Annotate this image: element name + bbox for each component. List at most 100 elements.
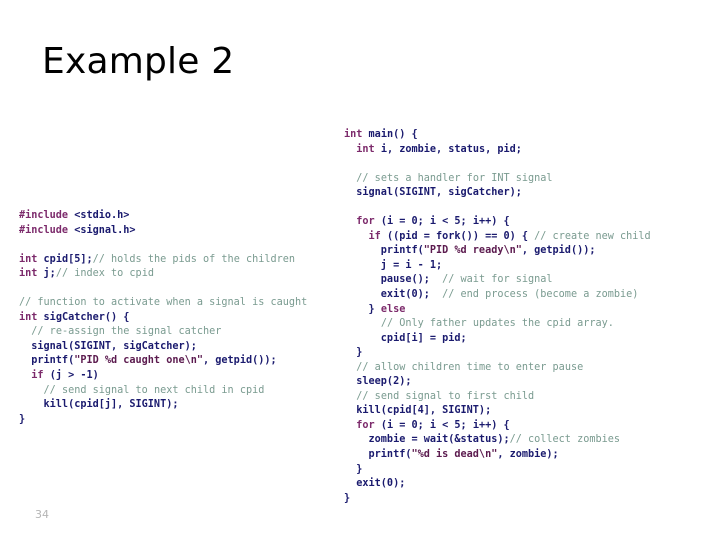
code-line: sleep(2); bbox=[344, 375, 651, 390]
code-token-kw: int bbox=[344, 129, 369, 140]
code-line: // Only father updates the cpid array. bbox=[344, 317, 651, 332]
code-line: int j;// index to cpid bbox=[19, 267, 307, 282]
code-token-cm: // end process (become a zombie) bbox=[442, 289, 639, 301]
code-block-right: int main() { int i, zombie, status, pid;… bbox=[344, 128, 651, 506]
code-line: #include <signal.h> bbox=[19, 224, 307, 239]
code-token-id: kill(cpid[4], SIGINT); bbox=[344, 405, 492, 417]
code-block-left: #include <stdio.h> #include <signal.h> in… bbox=[19, 209, 307, 427]
code-token-id: i, zombie, status, pid; bbox=[380, 143, 522, 155]
code-token-id: ((pid = fork()) == 0) { bbox=[386, 230, 535, 242]
code-token-id: } bbox=[344, 303, 381, 315]
code-line: pause(); // wait for signal bbox=[344, 273, 651, 288]
code-token-cm: // Only father updates the cpid array. bbox=[380, 318, 614, 330]
code-token-id: cpid[5]; bbox=[43, 253, 93, 265]
code-line: zombie = wait(&status);// collect zombie… bbox=[344, 433, 651, 448]
code-token-cm: // sets a handler for INT signal bbox=[356, 172, 553, 184]
code-line: kill(cpid[4], SIGINT); bbox=[344, 404, 651, 419]
code-token-id: } bbox=[344, 347, 363, 359]
code-token-kw: int bbox=[356, 143, 381, 155]
code-line: printf("PID %d ready\n", getpid()); bbox=[344, 244, 651, 259]
code-token-id: (i = 0; i < 5; i++) { bbox=[380, 216, 510, 228]
code-token-cm: // function to activate when a signal is… bbox=[19, 297, 308, 309]
slide-canvas: Example 2 #include <stdio.h> #include <si… bbox=[0, 0, 720, 540]
code-line: j = i - 1; bbox=[344, 259, 651, 274]
code-line: int sigCatcher() { bbox=[19, 311, 307, 326]
code-line: exit(0); bbox=[344, 477, 651, 492]
code-token-id: cpid[i] = pid; bbox=[344, 332, 467, 344]
code-line: kill(cpid[j], SIGINT); bbox=[19, 398, 307, 413]
code-token-id: signal(SIGINT, sigCatcher); bbox=[19, 340, 197, 352]
code-token-id: zombie = wait(&status); bbox=[344, 434, 510, 446]
code-token-id: printf( bbox=[344, 245, 424, 257]
code-line: } bbox=[344, 346, 651, 361]
code-token-str: "%d is dead\n" bbox=[411, 449, 498, 461]
code-token-id: exit(0); bbox=[344, 289, 443, 301]
code-line: #include <stdio.h> bbox=[19, 209, 307, 224]
code-line: if ((pid = fork()) == 0) { // create new… bbox=[344, 230, 651, 245]
code-line: } else bbox=[344, 303, 651, 318]
code-line: exit(0); // end process (become a zombie… bbox=[344, 288, 651, 303]
code-line: if (j > -1) bbox=[19, 369, 307, 384]
code-token-kw: int bbox=[19, 311, 44, 323]
code-line: int i, zombie, status, pid; bbox=[344, 143, 651, 158]
code-token-cm: // collect zombies bbox=[509, 434, 621, 446]
code-token-str: "PID %d ready\n" bbox=[423, 245, 522, 257]
code-token-id: signal(SIGINT, sigCatcher); bbox=[344, 187, 522, 199]
code-token-kw: for bbox=[356, 216, 381, 228]
code-line: printf("PID %d caught one\n", getpid()); bbox=[19, 354, 307, 369]
code-token-id: (i = 0; i < 5; i++) { bbox=[380, 419, 510, 431]
code-line: cpid[i] = pid; bbox=[344, 332, 651, 347]
code-line: // re-assign the signal catcher bbox=[19, 325, 307, 340]
code-token-cm: // wait for signal bbox=[442, 274, 553, 286]
code-token-cm: // create new child bbox=[534, 230, 651, 242]
code-line: // send signal to next child in cpid bbox=[19, 384, 307, 399]
code-token-id: printf( bbox=[19, 355, 75, 367]
code-token-id: main() { bbox=[368, 129, 418, 140]
code-token-kw: if bbox=[31, 370, 50, 382]
code-line: printf("%d is dead\n", zombie); bbox=[344, 448, 651, 463]
code-token-id: , getpid()); bbox=[521, 245, 596, 257]
code-token-id: <stdio.h> bbox=[74, 210, 130, 221]
page-number: 34 bbox=[35, 508, 49, 521]
code-token-id: (j > -1) bbox=[49, 370, 99, 382]
code-token-cm: // send signal to next child in cpid bbox=[43, 384, 265, 396]
code-token-kw: #include bbox=[19, 210, 75, 221]
code-line: // send signal to first child bbox=[344, 390, 651, 405]
code-token-kw: if bbox=[368, 230, 387, 242]
code-token-id: , zombie); bbox=[497, 449, 559, 461]
code-token-id: kill(cpid[j], SIGINT); bbox=[19, 399, 179, 411]
code-token-id: sleep(2); bbox=[344, 376, 412, 388]
code-token-kw: int bbox=[19, 268, 44, 280]
code-token-cm: // index to cpid bbox=[55, 268, 154, 280]
code-token-cm: // send signal to first child bbox=[356, 390, 535, 402]
code-token-id: } bbox=[19, 413, 26, 425]
code-line: signal(SIGINT, sigCatcher); bbox=[344, 186, 651, 201]
code-line: } bbox=[344, 463, 651, 478]
code-token-kw: #include bbox=[19, 224, 75, 236]
code-line: } bbox=[344, 492, 651, 507]
code-line: // sets a handler for INT signal bbox=[344, 172, 651, 187]
code-token-kw: int bbox=[19, 253, 44, 265]
code-line: int cpid[5];// holds the pids of the chi… bbox=[19, 253, 307, 268]
code-token-cm: // allow children time to enter pause bbox=[356, 361, 584, 373]
code-token-id: <signal.h> bbox=[74, 224, 136, 236]
code-line: for (i = 0; i < 5; i++) { bbox=[344, 215, 651, 230]
code-token-id: , getpid()); bbox=[203, 355, 277, 367]
code-token-id: } bbox=[344, 463, 363, 475]
code-token-id: pause(); bbox=[344, 274, 443, 286]
code-token-str: "PID %d caught one\n" bbox=[74, 355, 204, 367]
code-token-id: exit(0); bbox=[344, 478, 406, 490]
code-line: // allow children time to enter pause bbox=[344, 361, 651, 376]
